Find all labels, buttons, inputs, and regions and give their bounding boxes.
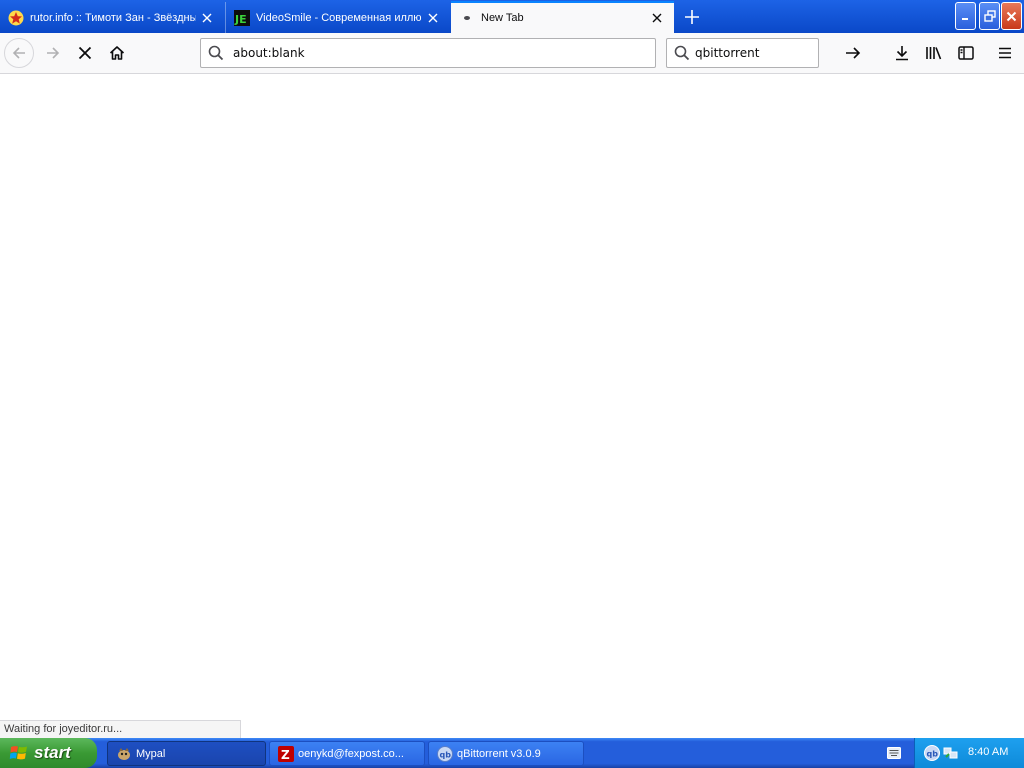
- back-button[interactable]: [4, 38, 34, 68]
- close-icon: [1006, 11, 1017, 21]
- url-input[interactable]: [233, 46, 655, 60]
- windows-flag-icon: [9, 746, 27, 760]
- tab-strip: rutor.info :: Тимоти Зан - Звёздные JE V…: [0, 0, 1024, 33]
- restore-icon: [983, 10, 996, 22]
- joyeditor-je-icon: JE: [234, 9, 250, 26]
- stop-loading-button[interactable]: [70, 38, 100, 68]
- close-tab-icon[interactable]: [196, 7, 218, 29]
- sidebar-icon: [958, 46, 974, 60]
- svg-text:qb: qb: [440, 750, 452, 759]
- arrow-left-icon: [12, 47, 25, 59]
- restore-window-button[interactable]: [979, 2, 1000, 30]
- keyboard-layout-icon[interactable]: [887, 747, 901, 759]
- close-window-button[interactable]: [1001, 2, 1022, 30]
- close-tab-icon[interactable]: [422, 7, 444, 29]
- taskbar-item-mypal[interactable]: Mypal: [107, 741, 266, 766]
- qbittorrent-icon: qb: [437, 745, 453, 762]
- rutor-star-icon: [8, 10, 24, 26]
- arrow-right-icon: [846, 47, 861, 59]
- tab-title: rutor.info :: Тимоти Зан - Звёздные: [30, 11, 196, 24]
- tab-title: New Tab: [481, 12, 524, 24]
- svg-text:JE: JE: [234, 13, 247, 26]
- start-label: start: [34, 743, 71, 762]
- qbittorrent-tray-icon[interactable]: qb: [924, 745, 940, 761]
- library-button[interactable]: [919, 38, 949, 68]
- search-icon: [674, 44, 690, 62]
- svg-text:qb: qb: [927, 750, 939, 759]
- page-content[interactable]: [0, 74, 1024, 738]
- stop-x-icon: [78, 46, 92, 60]
- mypal-icon: [118, 747, 130, 760]
- search-icon: [208, 44, 226, 62]
- menu-button[interactable]: [990, 38, 1020, 68]
- library-icon: [926, 47, 942, 60]
- network-tray-icon[interactable]: [943, 745, 959, 761]
- system-tray: qb 8:40 AM: [914, 738, 1024, 768]
- home-button[interactable]: [102, 38, 132, 68]
- taskbar-item-qbittorrent[interactable]: qb qBittorrent v3.0.9: [428, 741, 584, 766]
- filezilla-icon: Z: [278, 745, 294, 762]
- arrow-right-icon: [47, 47, 60, 59]
- loading-dot-icon: [459, 10, 475, 26]
- plus-icon: [685, 10, 699, 24]
- forward-button[interactable]: [38, 38, 68, 68]
- minimize-window-button[interactable]: [955, 2, 976, 30]
- taskbar: start Mypal Z oenykd@fexpost.co... qb qB…: [0, 738, 1024, 768]
- clock[interactable]: 8:40 AM: [968, 746, 1008, 758]
- tab-videosmile[interactable]: JE VideoSmile - Современная иллюстрация: [225, 2, 450, 33]
- taskbar-item-label: qBittorrent v3.0.9: [457, 747, 541, 760]
- taskbar-item-label: oenykd@fexpost.co...: [298, 747, 404, 760]
- search-input[interactable]: [695, 46, 845, 60]
- url-bar[interactable]: [200, 38, 656, 68]
- tab-rutor[interactable]: rutor.info :: Тимоти Зан - Звёздные: [0, 2, 224, 33]
- close-tab-icon[interactable]: [646, 7, 668, 29]
- tab-new-tab[interactable]: New Tab: [451, 1, 674, 33]
- download-icon: [896, 46, 908, 61]
- minimize-icon: [961, 18, 968, 20]
- start-button[interactable]: start: [0, 738, 97, 768]
- taskbar-item-filezilla[interactable]: Z oenykd@fexpost.co...: [269, 741, 425, 766]
- hamburger-menu-icon: [999, 47, 1011, 59]
- navigation-toolbar: [0, 33, 1024, 74]
- sidebar-button[interactable]: [951, 38, 981, 68]
- tab-title: VideoSmile - Современная иллюстрация: [256, 11, 422, 24]
- search-go-button[interactable]: [845, 41, 861, 65]
- home-icon: [109, 46, 125, 60]
- search-bar[interactable]: [666, 38, 861, 68]
- taskbar-item-label: Mypal: [136, 747, 166, 760]
- new-tab-button[interactable]: [679, 4, 705, 30]
- status-panel: Waiting for joyeditor.ru...: [0, 720, 241, 738]
- svg-text:Z: Z: [281, 748, 290, 762]
- downloads-button[interactable]: [887, 38, 917, 68]
